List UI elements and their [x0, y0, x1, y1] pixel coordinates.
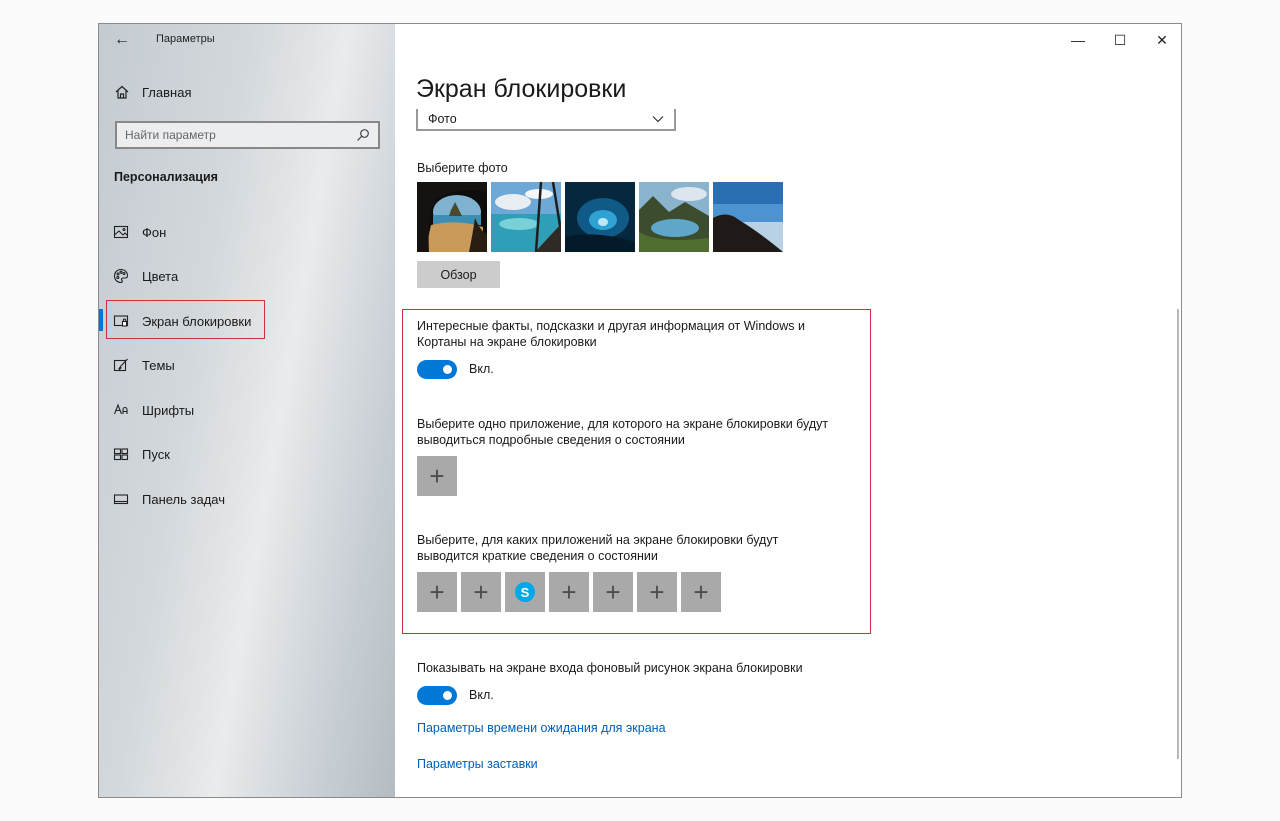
chevron-down-icon: [652, 116, 664, 123]
sidebar-item-label: Фон: [142, 224, 167, 240]
home-icon: [115, 85, 129, 99]
show-background-toggle-row: Вкл.: [417, 685, 494, 705]
photo-thumbnail-ice-cave[interactable]: [565, 182, 635, 252]
app-title: Параметры: [156, 33, 215, 45]
dropdown-value: Фото: [428, 112, 457, 126]
fun-facts-label: Интересные факты, подсказки и другая инф…: [417, 319, 805, 349]
image-icon: [113, 225, 129, 239]
palette-icon: [113, 268, 129, 284]
sidebar-item-fonts[interactable]: Шрифты: [113, 399, 194, 421]
maximize-button[interactable]: ☐: [1107, 30, 1133, 50]
start-icon: [113, 448, 129, 461]
themes-icon: [113, 358, 128, 372]
search-box[interactable]: [115, 121, 380, 149]
scrollbar[interactable]: [1177, 309, 1179, 759]
quick-status-label: Выберите, для каких приложений на экране…: [417, 533, 779, 563]
search-input[interactable]: [125, 128, 356, 142]
sidebar-item-label: Цвета: [142, 268, 179, 284]
plus-icon: +: [429, 461, 445, 491]
browse-button[interactable]: Обзор: [417, 261, 500, 288]
plus-icon: +: [693, 577, 709, 607]
plus-icon: +: [429, 577, 445, 607]
toggle-state-label: Вкл.: [469, 688, 494, 702]
photo-thumbnail-lagoon[interactable]: [491, 182, 561, 252]
fonts-icon: [113, 403, 128, 415]
add-quick-status-app-button[interactable]: +: [549, 572, 589, 612]
add-quick-status-app-button[interactable]: +: [593, 572, 633, 612]
show-background-toggle[interactable]: [417, 685, 457, 705]
screensaver-link[interactable]: Параметры заставки: [417, 757, 538, 771]
plus-icon: +: [649, 577, 665, 607]
detailed-status-label: Выберите одно приложение, для которого н…: [417, 417, 829, 447]
sidebar-item-label: Панель задач: [142, 491, 226, 507]
plus-icon: +: [605, 577, 621, 607]
settings-window: ← Параметры Главная Персонализация Фон: [98, 23, 1182, 798]
skype-app-tile[interactable]: S: [505, 572, 545, 612]
sidebar-item-background[interactable]: Фон: [113, 221, 166, 243]
sidebar-item-start[interactable]: Пуск: [113, 443, 170, 465]
skype-icon: S: [515, 582, 535, 602]
toggle-knob: [443, 690, 452, 700]
photo-thumbnail-mountain-lake[interactable]: [639, 182, 709, 252]
add-quick-status-app-button[interactable]: +: [637, 572, 677, 612]
page-title: Экран блокировки: [416, 75, 627, 103]
plus-icon: +: [473, 577, 489, 607]
sidebar-item-home-label: Главная: [142, 84, 192, 100]
sidebar-item-label: Экран блокировки: [142, 313, 252, 329]
fun-facts-toggle-row: Вкл.: [417, 359, 494, 379]
sidebar-item-label: Шрифты: [142, 402, 195, 418]
sidebar-section-title: Персонализация: [114, 170, 218, 184]
screen-timeout-link[interactable]: Параметры времени ожидания для экрана: [417, 721, 666, 735]
main-content: — ☐ ✕ Экран блокировки Фото Выберите фот…: [395, 24, 1181, 797]
photo-thumbnail-cave-beach[interactable]: [417, 182, 487, 252]
show-background-label: Показывать на экране входа фоновый рисун…: [417, 661, 803, 675]
taskbar-icon: [113, 494, 129, 505]
sidebar-item-label: Пуск: [142, 446, 170, 462]
sidebar-item-taskbar[interactable]: Панель задач: [113, 488, 225, 510]
sidebar-item-label: Темы: [142, 357, 175, 373]
add-quick-status-app-button[interactable]: +: [461, 572, 501, 612]
close-button[interactable]: ✕: [1149, 30, 1175, 50]
toggle-knob: [443, 364, 452, 374]
quick-status-tiles: + + S + + + +: [417, 572, 721, 612]
minimize-button[interactable]: —: [1065, 30, 1091, 50]
add-quick-status-app-button[interactable]: +: [681, 572, 721, 612]
photo-thumbnail-sky-horizon[interactable]: [713, 182, 783, 252]
arrow-left-icon[interactable]: ←: [111, 30, 133, 50]
plus-icon: +: [561, 577, 577, 607]
sidebar-item-colors[interactable]: Цвета: [113, 265, 178, 287]
lock-screen-icon: [113, 315, 129, 327]
choose-photo-label: Выберите фото: [417, 161, 508, 175]
sidebar-item-home[interactable]: Главная: [114, 82, 191, 102]
sidebar: ← Параметры Главная Персонализация Фон: [99, 24, 395, 797]
photo-gallery: [417, 182, 783, 252]
active-indicator: [99, 309, 103, 331]
sidebar-item-themes[interactable]: Темы: [113, 354, 175, 376]
sidebar-item-lock-screen[interactable]: Экран блокировки: [113, 310, 251, 332]
background-type-dropdown[interactable]: Фото: [416, 109, 676, 131]
toggle-state-label: Вкл.: [469, 362, 494, 376]
search-icon[interactable]: [356, 128, 370, 142]
fun-facts-toggle[interactable]: [417, 359, 457, 379]
add-detailed-status-app-button[interactable]: +: [417, 456, 457, 496]
add-quick-status-app-button[interactable]: +: [417, 572, 457, 612]
